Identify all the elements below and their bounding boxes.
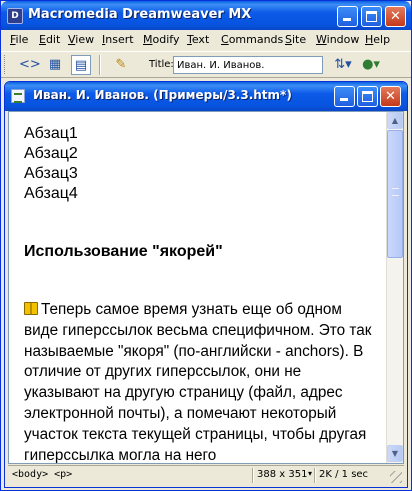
toolbar-separator xyxy=(99,55,101,75)
app-titlebar[interactable]: D Macromedia Dreamweaver MX ✕ xyxy=(1,1,411,30)
status-separator xyxy=(314,468,316,483)
status-separator xyxy=(252,468,254,483)
body-paragraph[interactable]: Теперь самое время узнать еще об одном в… xyxy=(24,300,379,464)
dreamweaver-window: D Macromedia Dreamweaver MX ✕ File Edit … xyxy=(0,0,412,491)
scroll-up-button[interactable]: ▲ xyxy=(387,112,403,129)
window-size-dropdown-icon[interactable]: ▾ xyxy=(308,469,312,478)
menu-site[interactable]: Site xyxy=(285,33,306,46)
document-toolbar: <> ▦ ▤ ✎ Title: ⇅▾ ●▾ xyxy=(1,51,411,78)
toolbar-grip[interactable] xyxy=(4,55,7,74)
section-heading[interactable]: Использование "якорей" xyxy=(24,242,379,262)
live-data-icon[interactable]: ✎ xyxy=(111,55,131,75)
body-paragraph-text: Теперь самое время узнать еще об одном в… xyxy=(24,301,372,464)
minimize-icon xyxy=(343,18,351,21)
minimize-button[interactable] xyxy=(337,6,358,27)
menu-modify[interactable]: Modify xyxy=(143,33,179,46)
tag-selector[interactable]: <body> <p> xyxy=(12,469,72,480)
window-size-indicator[interactable]: 388 x 351 xyxy=(257,469,307,480)
code-view-icon[interactable]: <> xyxy=(19,55,41,75)
doc-minimize-button[interactable] xyxy=(334,86,355,107)
paragraph-4[interactable]: Абзац4 xyxy=(24,184,379,204)
scroll-down-button[interactable]: ▼ xyxy=(387,445,403,462)
design-view-icon[interactable]: ▤ xyxy=(71,55,91,75)
close-button[interactable]: ✕ xyxy=(385,6,406,27)
menu-file[interactable]: File xyxy=(10,33,28,46)
dreamweaver-logo-icon: D xyxy=(7,8,23,24)
minimize-icon xyxy=(340,98,348,101)
paragraph-3[interactable]: Абзац3 xyxy=(24,164,379,184)
maximize-button[interactable] xyxy=(361,6,382,27)
title-label: Title: xyxy=(149,59,174,70)
doc-close-button[interactable]: ✕ xyxy=(380,86,401,107)
paragraph-2[interactable]: Абзац2 xyxy=(24,144,379,164)
resize-grip[interactable] xyxy=(390,471,402,483)
document-window: Иван. И. Иванов. (Примеры/3.3.htm*) ✕ Аб… xyxy=(4,81,408,488)
menu-text[interactable]: Text xyxy=(187,33,209,46)
thumb-grip xyxy=(392,188,399,196)
close-icon: ✕ xyxy=(385,89,396,104)
menu-commands[interactable]: Commands xyxy=(221,33,283,46)
maximize-icon xyxy=(366,11,377,22)
close-icon: ✕ xyxy=(390,9,401,24)
book-icon xyxy=(24,302,38,315)
menu-bar: File Edit View Insert Modify Text Comman… xyxy=(1,30,411,50)
scroll-thumb[interactable] xyxy=(387,130,403,258)
design-view[interactable]: Абзац1 Абзац2 Абзац3 Абзац4 Использовани… xyxy=(8,111,404,464)
menu-insert[interactable]: Insert xyxy=(102,33,134,46)
document-titlebar[interactable]: Иван. И. Иванов. (Примеры/3.3.htm*) ✕ xyxy=(5,82,407,111)
document-icon xyxy=(11,89,25,103)
file-management-icon[interactable]: ⇅▾ xyxy=(331,55,355,75)
maximize-icon xyxy=(362,91,373,102)
status-bar: <body> <p> 388 x 351 ▾ 2K / 1 sec xyxy=(8,465,404,485)
preview-browser-icon[interactable]: ●▾ xyxy=(359,55,383,75)
vertical-scrollbar[interactable]: ▲ ▼ xyxy=(386,112,403,463)
menu-help[interactable]: Help xyxy=(365,33,390,46)
menu-window[interactable]: Window xyxy=(316,33,359,46)
download-stats: 2K / 1 sec xyxy=(319,469,369,480)
paragraph-1[interactable]: Абзац1 xyxy=(24,124,379,144)
split-view-icon[interactable]: ▦ xyxy=(45,55,65,75)
menu-edit[interactable]: Edit xyxy=(39,33,60,46)
page-content[interactable]: Абзац1 Абзац2 Абзац3 Абзац4 Использовани… xyxy=(9,112,387,463)
page-title-input[interactable] xyxy=(173,56,323,74)
app-title: Macromedia Dreamweaver MX xyxy=(28,7,252,22)
doc-maximize-button[interactable] xyxy=(357,86,378,107)
menu-view[interactable]: View xyxy=(68,33,94,46)
document-title: Иван. И. Иванов. (Примеры/3.3.htm*) xyxy=(33,88,292,102)
